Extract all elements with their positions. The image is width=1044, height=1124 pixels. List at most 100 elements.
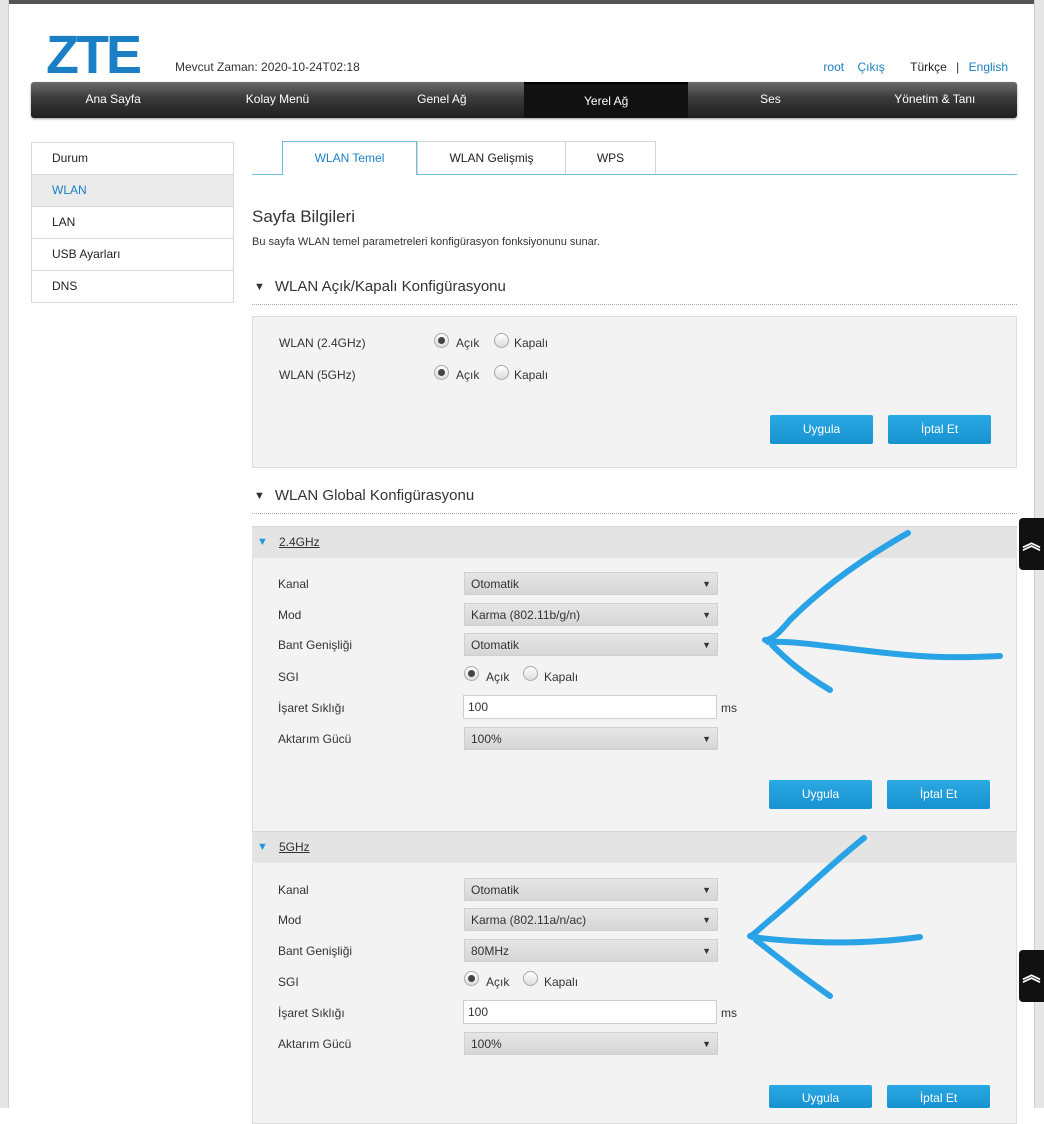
- band24-apply-button[interactable]: Uygula: [769, 780, 872, 809]
- band5-power-label: Aktarım Gücü: [278, 1037, 352, 1051]
- nav-home[interactable]: Ana Sayfa: [31, 82, 195, 118]
- dropdown-arrow-icon: ▼: [702, 885, 711, 895]
- wlan5-on-radio[interactable]: [434, 365, 449, 380]
- band24-header[interactable]: ▼ 2.4GHz: [252, 526, 1017, 558]
- wlan24-off-label: Kapalı: [514, 336, 549, 350]
- sidebar-item-status[interactable]: Durum: [32, 143, 233, 175]
- wlan24-off-radio[interactable]: [494, 333, 509, 348]
- dropdown-arrow-icon: ▼: [702, 640, 711, 650]
- band5-power-select[interactable]: 100% ▼: [464, 1032, 718, 1055]
- wlan5-label: WLAN (5GHz): [279, 368, 356, 382]
- band5-beacon-unit: ms: [721, 1006, 737, 1020]
- tab-wps[interactable]: WPS: [565, 141, 656, 174]
- nav-easy-menu[interactable]: Kolay Menü: [195, 82, 359, 118]
- band5-cancel-button[interactable]: İptal Et: [887, 1085, 990, 1108]
- band24-mode-value: Karma (802.11b/g/n): [471, 608, 581, 622]
- band5-channel-value: Otomatik: [471, 883, 520, 897]
- window-top-edge: [0, 0, 1044, 4]
- band24-beacon-unit: ms: [721, 701, 737, 715]
- current-time: Mevcut Zaman: 2020-10-24T02:18: [175, 60, 360, 74]
- band5-channel-label: Kanal: [278, 883, 309, 897]
- sidebar-item-wlan[interactable]: WLAN: [32, 175, 233, 207]
- band24-power-select[interactable]: 100% ▼: [464, 727, 718, 750]
- band24-sgi-label: SGI: [278, 670, 299, 684]
- nav-local-network[interactable]: Yerel Ağ: [523, 82, 689, 118]
- window-left-edge: [0, 0, 9, 1108]
- band24-channel-label: Kanal: [278, 577, 309, 591]
- user-link[interactable]: root: [823, 60, 844, 74]
- band5-sgi-label: SGI: [278, 975, 299, 989]
- lang-turkish[interactable]: Türkçe: [910, 60, 947, 74]
- logout-link[interactable]: Çıkış: [857, 60, 884, 74]
- band24-mode-select[interactable]: Karma (802.11b/g/n) ▼: [464, 603, 718, 626]
- dropdown-arrow-icon: ▼: [702, 915, 711, 925]
- top-links: root Çıkış Türkçe | English: [813, 60, 1008, 74]
- dropdown-arrow-icon: ▼: [702, 734, 711, 744]
- band24-sgi-on-radio[interactable]: [464, 666, 479, 681]
- band5-header[interactable]: ▼ 5GHz: [252, 831, 1017, 863]
- band5-bandwidth-select[interactable]: 80MHz ▼: [464, 939, 718, 962]
- scroll-up-icon[interactable]: ︽: [1019, 950, 1044, 1002]
- onoff-section-title[interactable]: ▼ WLAN Açık/Kapalı Konfigürasyonu: [252, 278, 1017, 305]
- page-description: Bu sayfa WLAN temel parametreleri konfig…: [252, 236, 600, 248]
- band24-header-label[interactable]: 2.4GHz: [279, 535, 320, 549]
- band5-panel: [252, 832, 1017, 1124]
- lang-english[interactable]: English: [969, 60, 1008, 74]
- band24-mode-label: Mod: [278, 608, 302, 622]
- wlan24-on-radio[interactable]: [434, 333, 449, 348]
- band5-mode-label: Mod: [278, 913, 302, 927]
- sidebar-item-dns[interactable]: DNS: [32, 271, 233, 303]
- nav-management[interactable]: Yönetim & Tanı: [853, 82, 1017, 118]
- band24-sgi-off-radio[interactable]: [523, 666, 538, 681]
- band5-sgi-on-radio[interactable]: [464, 971, 479, 986]
- wlan24-on-label: Açık: [456, 336, 480, 350]
- band5-channel-select[interactable]: Otomatik ▼: [464, 878, 718, 901]
- band24-beacon-input[interactable]: [463, 695, 717, 719]
- band5-beacon-input[interactable]: [463, 1000, 717, 1024]
- band24-cancel-button[interactable]: İptal Et: [887, 780, 990, 809]
- expand-triangle-icon: ▼: [257, 536, 268, 548]
- onoff-apply-button[interactable]: Uygula: [770, 415, 873, 444]
- band24-sgi-off-label: Kapalı: [544, 670, 579, 684]
- band5-header-label[interactable]: 5GHz: [279, 840, 310, 854]
- band5-bandwidth-label: Bant Genişliği: [278, 944, 353, 958]
- band24-bandwidth-label: Bant Genişliği: [278, 638, 353, 652]
- band24-power-label: Aktarım Gücü: [278, 732, 352, 746]
- band24-power-value: 100%: [471, 732, 502, 746]
- nav-wan[interactable]: Genel Ağ: [360, 82, 524, 118]
- scroll-up-icon[interactable]: ︽: [1019, 518, 1044, 570]
- tab-bar: WLAN Temel WLAN Gelişmiş WPS: [252, 141, 1017, 175]
- wlan5-off-label: Kapalı: [514, 368, 549, 382]
- dropdown-arrow-icon: ▼: [702, 579, 711, 589]
- expand-triangle-icon: ▼: [257, 841, 268, 853]
- sidebar-item-lan[interactable]: LAN: [32, 207, 233, 239]
- wlan5-off-radio[interactable]: [494, 365, 509, 380]
- collapse-triangle-icon: ▼: [254, 490, 265, 502]
- band5-bandwidth-value: 80MHz: [471, 944, 510, 958]
- band5-power-value: 100%: [471, 1037, 502, 1051]
- zte-logo: ZTE: [46, 25, 142, 85]
- band5-apply-button[interactable]: Uygula: [769, 1085, 872, 1108]
- main-nav: Ana Sayfa Kolay Menü Genel Ağ Yerel Ağ S…: [31, 82, 1017, 118]
- band24-beacon-label: İşaret Sıklığı: [278, 701, 345, 715]
- band24-bandwidth-select[interactable]: Otomatik ▼: [464, 633, 718, 656]
- band24-bandwidth-value: Otomatik: [471, 638, 520, 652]
- band5-beacon-label: İşaret Sıklığı: [278, 1006, 345, 1020]
- tab-wlan-advanced[interactable]: WLAN Gelişmiş: [417, 141, 566, 174]
- band5-sgi-on-label: Açık: [486, 975, 510, 989]
- band5-mode-select[interactable]: Karma (802.11a/n/ac) ▼: [464, 908, 718, 931]
- band24-sgi-on-label: Açık: [486, 670, 510, 684]
- dropdown-arrow-icon: ▼: [702, 1039, 711, 1049]
- collapse-triangle-icon: ▼: [254, 281, 265, 293]
- global-section-title[interactable]: ▼ WLAN Global Konfigürasyonu: [252, 487, 1017, 514]
- lang-separator: |: [956, 60, 960, 74]
- nav-voice[interactable]: Ses: [688, 82, 852, 118]
- band5-sgi-off-radio[interactable]: [523, 971, 538, 986]
- band24-channel-value: Otomatik: [471, 577, 520, 591]
- sidebar-item-usb[interactable]: USB Ayarları: [32, 239, 233, 271]
- band5-mode-value: Karma (802.11a/n/ac): [471, 913, 587, 927]
- tab-wlan-basic[interactable]: WLAN Temel: [282, 141, 417, 175]
- band24-channel-select[interactable]: Otomatik ▼: [464, 572, 718, 595]
- onoff-cancel-button[interactable]: İptal Et: [888, 415, 991, 444]
- dropdown-arrow-icon: ▼: [702, 946, 711, 956]
